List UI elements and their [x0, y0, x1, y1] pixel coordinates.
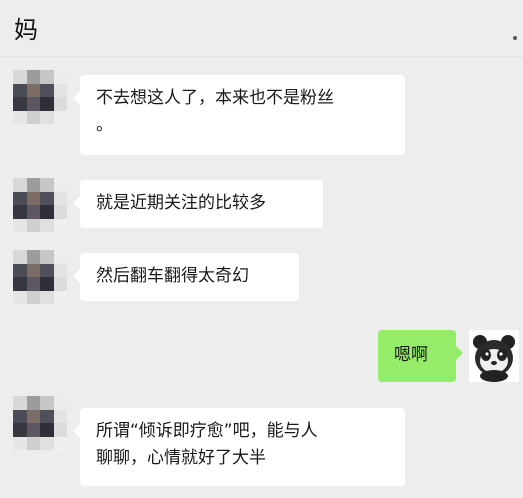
contact-avatar[interactable] [13, 250, 67, 304]
message-text: 然后翻车翻得太奇幻 [96, 266, 249, 286]
chat-title: 妈 [14, 16, 38, 44]
contact-avatar[interactable] [13, 178, 67, 232]
header-divider [0, 56, 523, 57]
message-text: 就是近期关注的比较多 [96, 193, 266, 213]
message-text-line: 不去想这人了，本来也不是粉丝 [96, 88, 334, 108]
message-bubble-5[interactable]: 所谓“倾诉即疗愈”吧，能与人 聊聊，心情就好了大半 [73, 408, 405, 486]
message-bubble-3[interactable]: 然后翻车翻得太奇幻 [73, 253, 299, 301]
contact-avatar[interactable] [13, 70, 67, 124]
message-bubble-2[interactable]: 就是近期关注的比较多 [73, 180, 323, 228]
more-icon[interactable] [513, 36, 517, 40]
message-text-line: 所谓“倾诉即疗愈”吧，能与人 [96, 421, 318, 441]
message-text-line: 。 [96, 115, 113, 135]
message-bubble-self[interactable]: 嗯啊 [378, 330, 463, 382]
message-bubble-1[interactable]: 不去想这人了，本来也不是粉丝 。 [73, 75, 405, 155]
message-text-line: 聊聊，心情就好了大半 [96, 448, 266, 468]
message-text: 嗯啊 [394, 345, 428, 365]
chat-header: 妈 [0, 0, 523, 56]
contact-avatar[interactable] [13, 396, 67, 450]
panda-avatar-icon[interactable] [469, 330, 519, 382]
